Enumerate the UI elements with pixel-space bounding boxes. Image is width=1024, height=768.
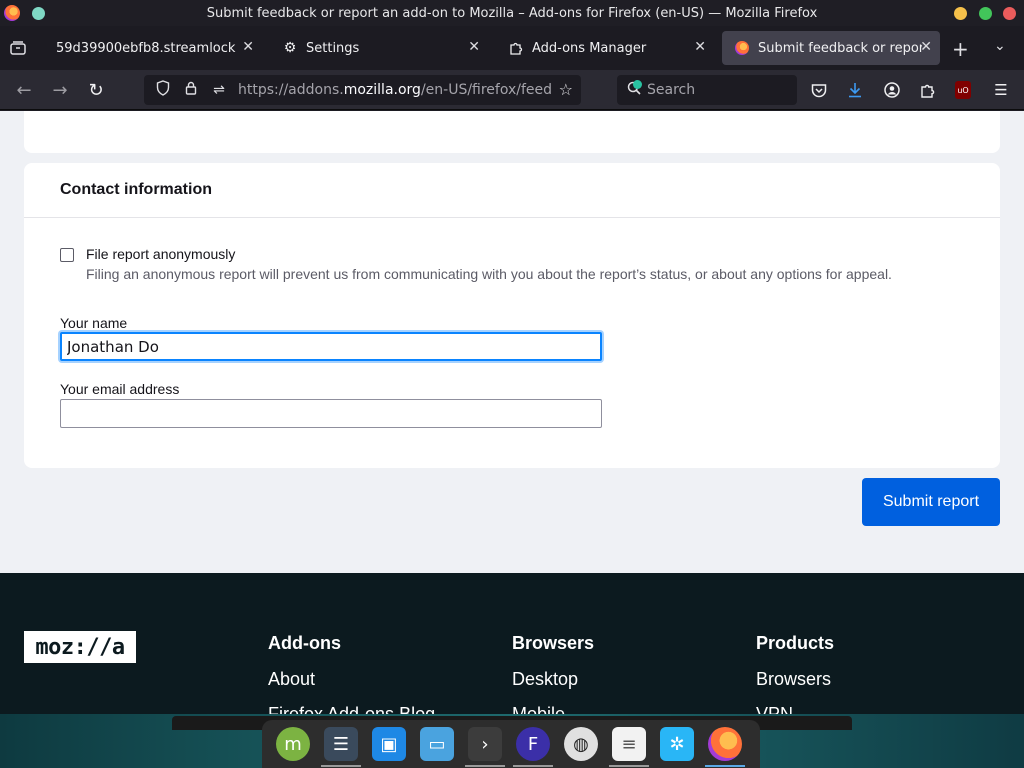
tab-title: Settings	[306, 40, 360, 56]
tab-strip: 59d39900ebfb8.streamlock.net ✕ ⚙ Setting…	[0, 26, 1024, 70]
minimize-button[interactable]	[954, 7, 967, 20]
footer-heading: Products	[756, 633, 835, 653]
footer-link-desktop[interactable]: Desktop	[512, 669, 594, 690]
email-label: Your email address	[60, 381, 180, 397]
anonymous-label[interactable]: File report anonymously	[86, 246, 235, 262]
tab-addons-manager[interactable]: Add-ons Manager ✕	[496, 31, 714, 65]
navigation-toolbar: ← → ↻ ⇌ https://addons.mozilla.org/en-US…	[0, 70, 1024, 110]
dock: m ☰ ▣ ▭ › F ◍ ≡ ✲	[262, 720, 760, 768]
ublock-origin-icon[interactable]: uO	[955, 81, 971, 99]
footer-heading: Add-ons	[268, 633, 341, 653]
text-editor-icon[interactable]: ≡	[609, 727, 649, 767]
close-window-button[interactable]	[1003, 7, 1016, 20]
anonymous-option[interactable]: File report anonymously	[60, 246, 235, 262]
forward-button[interactable]: →	[48, 78, 72, 102]
pocket-icon[interactable]	[808, 79, 830, 101]
puzzle-icon	[508, 40, 524, 56]
url-bar[interactable]: ⇌ https://addons.mozilla.org/en-US/firef…	[144, 75, 581, 105]
tab-title: Add-ons Manager	[532, 40, 647, 56]
tab-title: Submit feedback or report an add-on	[758, 40, 922, 56]
terminal-icon[interactable]: ›	[465, 727, 505, 767]
software-store-icon[interactable]: ▣	[372, 727, 406, 761]
firefox-view-button[interactable]	[0, 26, 36, 70]
app-menu-icon[interactable]: ☰	[990, 79, 1012, 101]
gear-icon: ⚙	[283, 40, 297, 56]
name-field[interactable]	[60, 332, 602, 361]
previous-section-card	[24, 111, 1000, 153]
account-icon[interactable]	[881, 79, 903, 101]
search-engine-badge-icon	[633, 80, 642, 89]
extensions-icon[interactable]	[917, 79, 939, 101]
bookmark-star-icon[interactable]: ☆	[559, 80, 573, 99]
firefox-view-icon	[10, 41, 26, 55]
footer-link-about[interactable]: About	[268, 669, 435, 690]
settings-app-icon[interactable]: ☰	[321, 727, 361, 767]
close-tab-icon[interactable]: ✕	[242, 39, 254, 55]
name-label: Your name	[60, 315, 128, 331]
close-tab-icon[interactable]: ✕	[694, 39, 706, 55]
app-f-icon[interactable]: F	[513, 727, 553, 767]
anonymous-checkbox[interactable]	[60, 248, 74, 262]
close-tab-icon[interactable]: ✕	[468, 39, 480, 55]
mint-menu-icon[interactable]: m	[276, 727, 310, 761]
new-tab-button[interactable]: +	[952, 37, 969, 61]
search-placeholder: Search	[647, 82, 696, 98]
pinwheel-app-icon[interactable]: ✲	[660, 727, 694, 761]
back-button[interactable]: ←	[12, 78, 36, 102]
shield-icon[interactable]	[154, 80, 172, 100]
page-content: Contact information File report anonymou…	[0, 111, 1024, 768]
footer-link-browsers[interactable]: Browsers	[756, 669, 834, 690]
section-heading: Contact information	[24, 163, 1000, 218]
submit-report-button[interactable]: Submit report	[862, 478, 1000, 526]
window-title: Submit feedback or report an add-on to M…	[206, 5, 818, 21]
files-icon[interactable]: ▭	[420, 727, 454, 761]
firefox-dock-icon[interactable]	[705, 727, 745, 767]
tab-title: 59d39900ebfb8.streamlock.net	[56, 40, 236, 56]
maximize-button[interactable]	[979, 7, 992, 20]
email-field[interactable]	[60, 399, 602, 428]
lock-icon[interactable]	[182, 81, 200, 99]
firefox-logo-icon	[4, 5, 20, 21]
anonymous-help-text: Filing an anonymous report will prevent …	[86, 266, 892, 282]
globe-app-icon[interactable]: ◍	[564, 727, 598, 761]
tab-streamlock[interactable]: 59d39900ebfb8.streamlock.net ✕	[44, 31, 262, 65]
mozilla-logo[interactable]: moz://a	[24, 631, 136, 663]
window-titlebar: Submit feedback or report an add-on to M…	[0, 0, 1024, 26]
permissions-icon[interactable]: ⇌	[210, 82, 228, 98]
firefox-icon	[734, 40, 750, 56]
tab-submit-feedback[interactable]: Submit feedback or report an add-on ✕	[722, 31, 940, 65]
tab-settings[interactable]: ⚙ Settings ✕	[270, 31, 488, 65]
search-bar[interactable]: Search	[617, 75, 797, 105]
list-all-tabs-button[interactable]: ⌄	[994, 38, 1006, 54]
close-tab-icon[interactable]: ✕	[920, 39, 932, 55]
window-menu-icon[interactable]	[32, 7, 45, 20]
downloads-icon[interactable]	[844, 79, 866, 101]
reload-button[interactable]: ↻	[84, 78, 108, 102]
footer-heading: Browsers	[512, 633, 595, 653]
contact-information-card: Contact information File report anonymou…	[24, 163, 1000, 468]
url-text[interactable]: https://addons.mozilla.org/en-US/firefox…	[238, 82, 553, 98]
